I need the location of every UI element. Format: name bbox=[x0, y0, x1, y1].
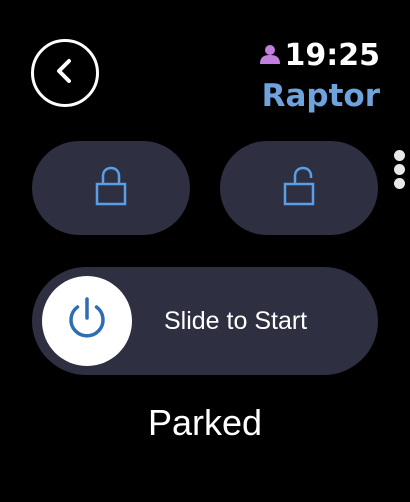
time-row: 19:25 bbox=[259, 36, 381, 76]
lock-icon bbox=[94, 166, 128, 210]
slider-knob[interactable] bbox=[42, 276, 132, 366]
page-dot bbox=[394, 164, 405, 175]
unlock-button[interactable] bbox=[220, 141, 378, 235]
clock-time: 19:25 bbox=[284, 38, 381, 73]
back-button[interactable] bbox=[31, 39, 99, 107]
lock-button[interactable] bbox=[32, 141, 190, 235]
status-area: 19:25 Raptor bbox=[259, 36, 381, 116]
chevron-left-icon bbox=[50, 56, 80, 90]
page-indicator[interactable] bbox=[394, 150, 406, 192]
person-icon bbox=[259, 43, 281, 69]
vehicle-status: Parked bbox=[147, 402, 263, 443]
page-dot bbox=[394, 150, 405, 161]
slider-label: Slide to Start bbox=[164, 307, 308, 335]
unlock-icon bbox=[282, 166, 316, 210]
power-icon bbox=[65, 296, 109, 346]
slide-to-start-slider[interactable]: Slide to Start bbox=[32, 267, 378, 375]
page-dot bbox=[394, 178, 405, 189]
vehicle-name: Raptor bbox=[261, 78, 380, 114]
